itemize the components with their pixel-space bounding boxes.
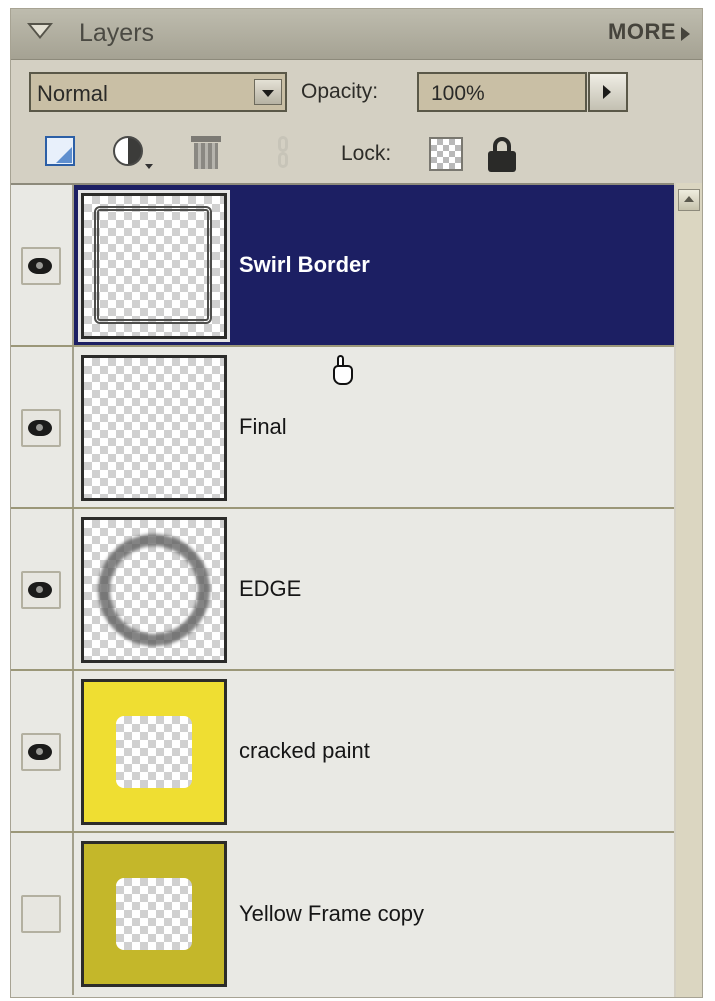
- layers-list: Swirl Border Final EDGE cracked paint Ye…: [11, 183, 674, 997]
- trash-icon[interactable]: [189, 134, 225, 170]
- visibility-toggle[interactable]: [21, 895, 61, 933]
- new-layer-icon[interactable]: [43, 134, 79, 170]
- link-icon[interactable]: [267, 134, 303, 170]
- adjustment-layer-icon[interactable]: [111, 134, 153, 170]
- panel-title: Layers: [79, 19, 155, 47]
- visibility-toggle[interactable]: [21, 733, 61, 771]
- lock-all-icon[interactable]: [486, 137, 518, 173]
- scrollbar[interactable]: [676, 183, 702, 997]
- opacity-input[interactable]: 100%: [417, 72, 587, 112]
- opacity-value: 100%: [431, 82, 485, 105]
- layer-row[interactable]: Yellow Frame copy: [11, 833, 674, 995]
- lock-label: Lock:: [341, 142, 392, 165]
- layer-thumbnail: [81, 355, 227, 501]
- layer-name: Swirl Border: [239, 252, 370, 277]
- more-arrow-icon[interactable]: [681, 27, 690, 41]
- visibility-cell: [11, 833, 74, 995]
- hand-cursor-icon: [327, 355, 357, 389]
- visibility-cell: [11, 671, 74, 831]
- blend-mode-dropdown-icon[interactable]: [254, 79, 282, 105]
- visibility-toggle[interactable]: [21, 409, 61, 447]
- layer-thumbnail: [81, 679, 227, 825]
- layer-name: cracked paint: [239, 738, 370, 763]
- visibility-cell: [11, 347, 74, 507]
- visibility-cell: [11, 509, 74, 669]
- eye-icon: [28, 744, 52, 760]
- more-menu-button[interactable]: MORE: [608, 19, 676, 45]
- visibility-toggle[interactable]: [21, 571, 61, 609]
- blend-mode-value: Normal: [37, 81, 108, 106]
- layers-panel: Layers MORE Normal Opacity: 100% Lock: S…: [10, 8, 703, 998]
- layer-row[interactable]: Swirl Border: [11, 185, 674, 347]
- panel-header[interactable]: Layers MORE: [11, 9, 702, 60]
- opacity-slider-button[interactable]: [588, 72, 628, 112]
- eye-icon: [28, 420, 52, 436]
- layer-row[interactable]: EDGE: [11, 509, 674, 671]
- layer-name: EDGE: [239, 576, 302, 601]
- collapse-triangle-icon[interactable]: [27, 23, 53, 39]
- layer-name: Yellow Frame copy: [239, 901, 425, 926]
- visibility-toggle[interactable]: [21, 247, 61, 285]
- opacity-label: Opacity:: [301, 80, 379, 103]
- scroll-up-icon[interactable]: [678, 189, 700, 211]
- layer-row[interactable]: cracked paint: [11, 671, 674, 833]
- layer-thumbnail: [81, 841, 227, 987]
- layer-name: Final: [239, 414, 287, 439]
- eye-icon: [28, 582, 52, 598]
- layer-thumbnail: [81, 517, 227, 663]
- visibility-cell: [11, 185, 74, 345]
- lock-transparent-icon[interactable]: [429, 137, 463, 171]
- eye-icon: [28, 258, 52, 274]
- blend-mode-select[interactable]: Normal: [29, 72, 287, 112]
- layer-thumbnail: [81, 193, 227, 339]
